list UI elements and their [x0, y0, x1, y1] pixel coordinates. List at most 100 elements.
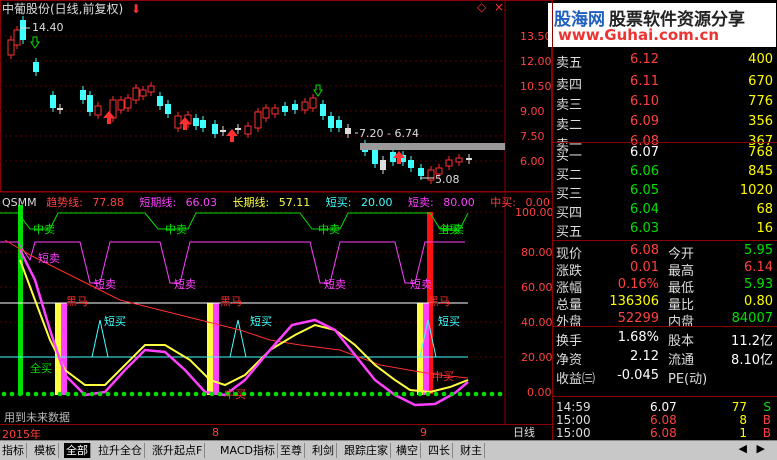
- buy-label: 买五: [556, 225, 583, 240]
- short-sell-label: 短卖: [174, 277, 196, 291]
- buy-label: 买二: [556, 168, 583, 183]
- zero-dot: [449, 391, 455, 397]
- candle: [271, 107, 279, 115]
- stats-row: 净资 2.12 流通 8.10亿: [552, 349, 777, 368]
- zero-dot: [105, 391, 111, 397]
- buy-row[interactable]: 买三 6.05 1020: [552, 183, 777, 203]
- zero-dot: [305, 391, 311, 397]
- tab-0[interactable]: 指标: [0, 443, 27, 458]
- candle: [147, 85, 155, 93]
- buy-row[interactable]: 买五 6.03 16: [552, 221, 777, 241]
- tab-9[interactable]: 横空: [394, 443, 421, 458]
- y-tick: 80.00: [521, 246, 552, 259]
- candle: [244, 125, 252, 135]
- buy-volume: 68: [756, 202, 773, 217]
- full-buy-bar: [18, 205, 23, 395]
- zero-dot: [153, 391, 159, 397]
- zero-dot: [433, 391, 439, 397]
- zero-dot: [9, 391, 15, 397]
- sell-row[interactable]: 卖四 6.11 670: [552, 74, 777, 94]
- tab-2[interactable]: 全部: [64, 443, 91, 458]
- black-horse-label: 黑马: [428, 295, 450, 308]
- buy-price: 6.03: [630, 221, 659, 236]
- y-tick: 20.00: [521, 351, 552, 364]
- tick-time: 15:00: [556, 426, 591, 440]
- zero-dot: [209, 391, 215, 397]
- zero-dot: [369, 391, 375, 397]
- stats-row: 换手 1.68% 股本 11.2亿: [552, 330, 777, 349]
- zero-dot: [281, 391, 287, 397]
- zero-dot: [297, 391, 303, 397]
- range-label: 7.20 - 6.74: [359, 127, 419, 140]
- y-tick: 9.00: [520, 105, 545, 118]
- tab-1[interactable]: 模板: [32, 443, 59, 458]
- sell-row[interactable]: 卖二 6.09 356: [552, 114, 777, 134]
- stat-value: 2.12: [630, 349, 659, 364]
- down-arrow-icon[interactable]: ⬇: [131, 2, 141, 16]
- short-sell-line: [0, 241, 465, 284]
- stat-key: 股本: [668, 334, 695, 349]
- zero-dot: [161, 391, 167, 397]
- zero-dot: [169, 391, 175, 397]
- tab-7[interactable]: 利剑: [310, 443, 337, 458]
- candle: [309, 97, 317, 109]
- buy-volume: 1020: [739, 183, 773, 198]
- buy-row[interactable]: 买四 6.04 68: [552, 202, 777, 222]
- mid-sell-label: 中卖: [165, 223, 187, 236]
- y-tick: 6.00: [520, 155, 545, 168]
- candle: [87, 95, 93, 112]
- candle: [13, 29, 21, 46]
- quote-value: 6.14: [744, 260, 773, 275]
- candle: [57, 108, 63, 110]
- zero-dot: [177, 391, 183, 397]
- period-label[interactable]: 日线: [513, 424, 535, 440]
- candle: [20, 20, 26, 40]
- quote-row: 现价 6.08 今开 5.95: [552, 243, 777, 262]
- buy-label: 买一: [556, 149, 583, 164]
- scroll-right-icon[interactable]: ▶: [757, 442, 765, 455]
- tab-10[interactable]: 四长: [426, 443, 453, 458]
- candle: [200, 120, 206, 128]
- indicator-name: QSMM: [2, 196, 37, 209]
- tab-5[interactable]: MACD指标: [218, 443, 278, 458]
- stat-key: 流通: [668, 353, 695, 368]
- tab-4[interactable]: 涨升起点F: [150, 443, 206, 458]
- quote-value: 0.01: [630, 260, 659, 275]
- chart-area[interactable]: 7.20 - 6.74 14.40 5.08 13.50 12.00 10.50…: [0, 0, 554, 441]
- tab-11[interactable]: 财主: [458, 443, 485, 458]
- buy-row[interactable]: 买一 6.07 768: [552, 145, 777, 165]
- y-tick: 13.50: [520, 30, 552, 43]
- tab-8[interactable]: 跟踪庄家: [342, 443, 391, 458]
- scroll-left-icon[interactable]: ◀: [739, 442, 747, 455]
- chart-svg: 7.20 - 6.74 14.40 5.08 13.50 12.00 10.50…: [0, 0, 554, 424]
- mid-sell-line: [0, 212, 469, 230]
- short-buy-label: 短买: [438, 314, 460, 328]
- sell-volume: 776: [748, 94, 773, 109]
- buy-price: 6.04: [630, 202, 659, 217]
- zero-dot: [265, 391, 271, 397]
- future-data-hint: 用到未来数据: [4, 411, 70, 424]
- stat-value: 11.2亿: [731, 334, 773, 349]
- buy-row[interactable]: 买二 6.06 845: [552, 164, 777, 184]
- candle: [455, 157, 463, 163]
- tab-6[interactable]: 至尊: [278, 443, 305, 458]
- sell-price: 6.10: [630, 94, 659, 109]
- tab-3[interactable]: 拉升全仓: [96, 443, 145, 458]
- full-buy-label: 全买: [438, 222, 460, 236]
- zero-dot: [425, 391, 431, 397]
- legend-short-buy: 短买: 20.00: [325, 196, 393, 209]
- high-label: 14.40: [32, 21, 64, 34]
- diamond-icon[interactable]: ◇: [477, 0, 486, 14]
- quote-key: 内盘: [668, 315, 695, 330]
- sell-volume: 356: [748, 114, 773, 129]
- short-buy-label: 短买: [250, 314, 272, 328]
- quote-value: 84007: [731, 311, 773, 326]
- tick-price: 6.08: [650, 413, 677, 427]
- sell-row[interactable]: 卖三 6.10 776: [552, 94, 777, 114]
- close-icon[interactable]: ×: [494, 0, 504, 14]
- buy-price: 6.07: [630, 145, 659, 160]
- legend-mid-buy: 中买: 0.00: [490, 196, 550, 209]
- sell-row[interactable]: 卖五 6.12 400: [552, 52, 777, 72]
- sell-volume: 670: [748, 74, 773, 89]
- candle: [94, 105, 102, 116]
